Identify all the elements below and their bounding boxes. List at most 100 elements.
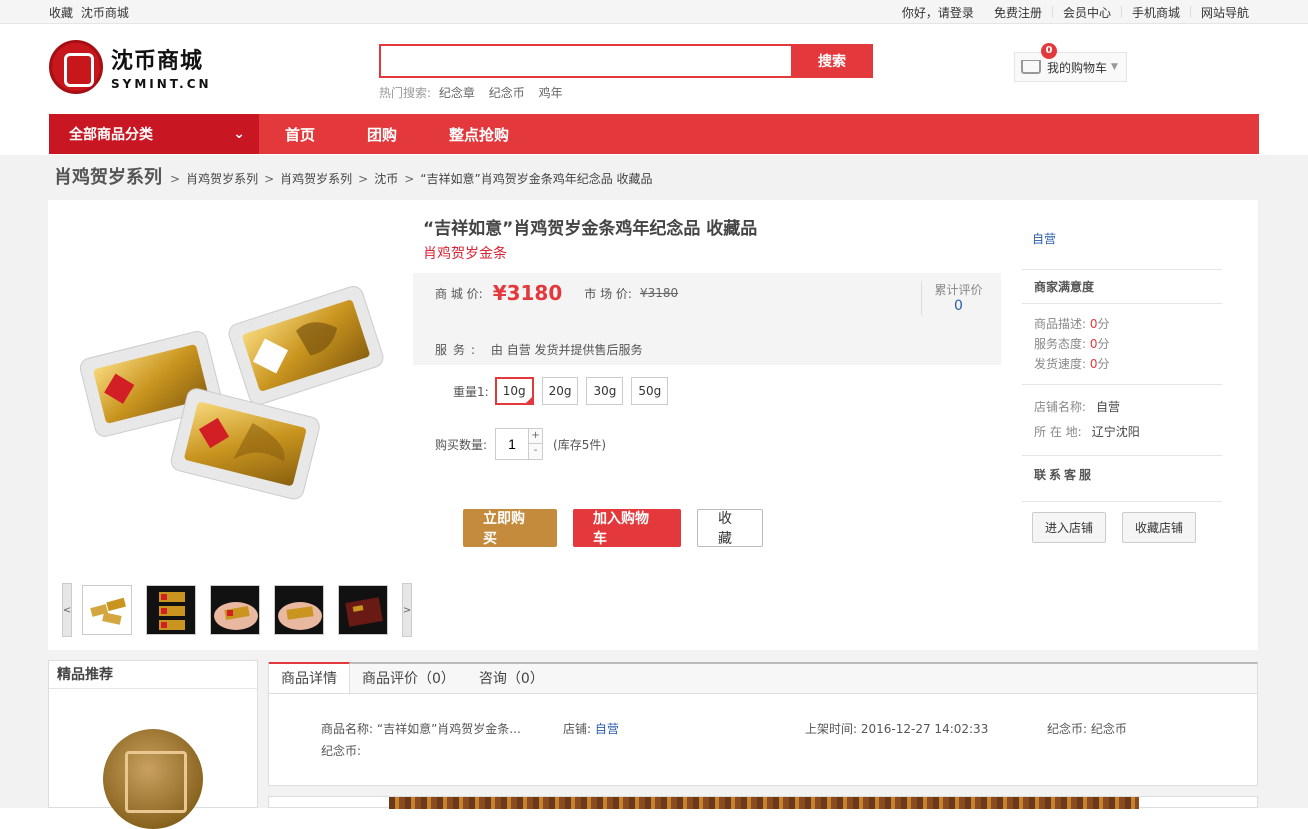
- cart-button[interactable]: 0 我的购物车 ▼: [1014, 43, 1127, 82]
- hot-search-item[interactable]: 纪念章: [439, 86, 475, 100]
- attr-time: 上架时间: 2016-12-27 14:02:33: [805, 722, 989, 736]
- nav-item-group-buy[interactable]: 团购: [341, 124, 423, 145]
- merchant-satisfaction: 商家满意度: [1022, 270, 1222, 304]
- rating-count: 0: [954, 298, 963, 314]
- favorite-shop-button[interactable]: 收藏店铺: [1122, 512, 1196, 543]
- hot-search-item[interactable]: 纪念币: [489, 86, 525, 100]
- stock-info: (库存5件): [553, 437, 607, 452]
- product-thumbnail[interactable]: [210, 585, 260, 635]
- score-row: 服务态度: 0分: [1034, 337, 1110, 351]
- service-info: 服务: 由 自营 发货并提供售后服务: [435, 341, 643, 358]
- market-price-label: 市 场 价:: [584, 286, 632, 301]
- recommend-panel: 精品推荐: [48, 660, 258, 829]
- shop-name-label: 店铺名称:: [1034, 400, 1087, 414]
- all-categories-label: 全部商品分类: [69, 127, 153, 143]
- tab-reviews[interactable]: 商品评价（0）: [350, 664, 467, 694]
- service-text: 由 自营 发货并提供售后服务: [490, 343, 643, 357]
- search-input[interactable]: [379, 44, 791, 78]
- breadcrumb-current: “吉祥如意”肖鸡贺岁金条鸡年纪念品 收藏品: [420, 172, 653, 186]
- shop-type[interactable]: 自营: [1022, 230, 1222, 270]
- product-thumbnail[interactable]: [274, 585, 324, 635]
- all-categories-menu[interactable]: 全部商品分类 ⌄: [49, 114, 259, 154]
- product-info: “吉祥如意”肖鸡贺岁金条鸡年纪念品 收藏品 肖鸡贺岁金条 商 城 价: ¥318…: [413, 214, 1003, 547]
- detail-image-strip: [268, 796, 1258, 809]
- nav-item-flash-sale[interactable]: 整点抢购: [423, 124, 535, 145]
- mall-price-label: 商 城 价:: [435, 286, 483, 301]
- breadcrumb-item[interactable]: 肖鸡贺岁系列: [186, 170, 258, 187]
- recommended-product-image[interactable]: [103, 729, 203, 829]
- tab-product-details[interactable]: 商品详情: [269, 662, 350, 693]
- recommend-title: 精品推荐: [49, 661, 257, 689]
- spec-option[interactable]: 20g: [541, 377, 579, 405]
- product-title: “吉祥如意”肖鸡贺岁金条鸡年纪念品 收藏品: [423, 219, 758, 239]
- product-thumbnail[interactable]: [146, 585, 196, 635]
- product-subtitle: 肖鸡贺岁金条: [423, 246, 507, 262]
- register-link[interactable]: 免费注册: [984, 4, 1052, 21]
- rating-label: 累计评价: [934, 283, 983, 297]
- attr-coin: 纪念币: 纪念币: [1047, 722, 1127, 736]
- breadcrumb-item[interactable]: 沈币: [374, 170, 398, 187]
- product-main-image: [79, 286, 384, 500]
- purchase-actions: 立即购买 加入购物车 收藏: [463, 509, 779, 547]
- logo[interactable]: 沈币商城 SYMINT.CN: [49, 40, 212, 94]
- product-detail-panel: 商品详情 商品评价（0） 咨询（0） 商品名称: “吉祥如意”肖鸡贺岁金条...…: [268, 662, 1258, 786]
- breadcrumb-item[interactable]: 肖鸡贺岁系列: [280, 170, 352, 187]
- quantity-label: 购买数量:: [435, 437, 488, 452]
- site-name-link[interactable]: 沈币商城: [81, 6, 129, 20]
- rating-summary[interactable]: 累计评价 0: [921, 281, 995, 315]
- chevron-down-icon: ▼: [1111, 62, 1118, 72]
- attr-shop: 店铺: 自营: [563, 722, 619, 736]
- buy-now-button[interactable]: 立即购买: [463, 509, 557, 547]
- tab-consult[interactable]: 咨询（0）: [467, 664, 556, 694]
- shop-scores: 商品描述: 0分 服务态度: 0分 发货速度: 0分: [1022, 304, 1222, 385]
- product-thumbnail[interactable]: [338, 585, 388, 635]
- thumbnail-strip: < >: [62, 583, 412, 637]
- spec-selector: 重量1: 10g 20g 30g 50g: [453, 377, 676, 405]
- header: 沈币商城 SYMINT.CN 搜索 热门搜索: 纪念章 纪念币 鸡年 0 我的购…: [49, 24, 1259, 114]
- favorite-site-link[interactable]: 收藏: [49, 6, 73, 20]
- score-row: 发货速度: 0分: [1034, 357, 1110, 371]
- shop-info: 自营 商家满意度 商品描述: 0分 服务态度: 0分 发货速度: 0分 店铺名称…: [1022, 230, 1222, 553]
- attr-coin2: 纪念币:: [321, 744, 362, 758]
- search-button[interactable]: 搜索: [791, 44, 873, 78]
- product-thumbnail[interactable]: [82, 585, 132, 635]
- shop-location: 辽宁沈阳: [1091, 425, 1140, 439]
- spec-option[interactable]: 50g: [631, 377, 669, 405]
- shop-location-label: 所 在 地:: [1034, 425, 1082, 439]
- quantity-decrease-button[interactable]: -: [529, 444, 544, 460]
- spec-option[interactable]: 10g: [494, 377, 534, 405]
- hot-search-item[interactable]: 鸡年: [539, 86, 563, 100]
- thumb-next-button[interactable]: >: [402, 583, 412, 637]
- main-nav: 全部商品分类 ⌄ 首页 团购 整点抢购: [49, 114, 1259, 154]
- contact-service-link[interactable]: 联系客服: [1022, 456, 1222, 502]
- spec-option[interactable]: 30g: [586, 377, 624, 405]
- quantity-input[interactable]: [495, 428, 530, 460]
- detail-tabs: 商品详情 商品评价（0） 咨询（0）: [269, 662, 1257, 694]
- category-title[interactable]: 肖鸡贺岁系列: [54, 163, 162, 189]
- service-label: 服务:: [435, 343, 482, 357]
- login-link[interactable]: 你好，请登录: [892, 4, 984, 21]
- market-price: ¥3180: [639, 286, 679, 300]
- thumb-prev-button[interactable]: <: [62, 583, 72, 637]
- nav-item-home[interactable]: 首页: [259, 124, 341, 145]
- cart-count-badge: 0: [1041, 43, 1057, 59]
- favorite-button[interactable]: 收藏: [697, 509, 763, 547]
- logo-name: 沈币商城: [111, 49, 204, 74]
- top-bar-left: 收藏 沈币商城: [49, 4, 133, 21]
- breadcrumb: 肖鸡贺岁系列 > 肖鸡贺岁系列 > 肖鸡贺岁系列 > 沈币 > “吉祥如意”肖鸡…: [54, 163, 659, 189]
- member-center-link[interactable]: 会员中心: [1053, 4, 1121, 21]
- logo-seal-icon: [49, 40, 103, 94]
- logo-domain: SYMINT.CN: [111, 77, 212, 91]
- detail-banner-image: [389, 797, 1139, 809]
- score-row: 商品描述: 0分: [1034, 317, 1110, 331]
- attr-shop-link[interactable]: 自营: [595, 722, 619, 736]
- enter-shop-button[interactable]: 进入店铺: [1032, 512, 1106, 543]
- top-bar-right: 你好，请登录 免费注册 会员中心 手机商城 网站导航: [892, 4, 1259, 21]
- spec-label: 重量1:: [453, 384, 489, 399]
- hot-search: 热门搜索: 纪念章 纪念币 鸡年: [379, 84, 873, 101]
- quantity-increase-button[interactable]: +: [529, 428, 544, 444]
- shop-name: 自营: [1096, 400, 1121, 414]
- site-nav-link[interactable]: 网站导航: [1191, 4, 1259, 21]
- add-to-cart-button[interactable]: 加入购物车: [573, 509, 681, 547]
- mobile-mall-link[interactable]: 手机商城: [1122, 4, 1190, 21]
